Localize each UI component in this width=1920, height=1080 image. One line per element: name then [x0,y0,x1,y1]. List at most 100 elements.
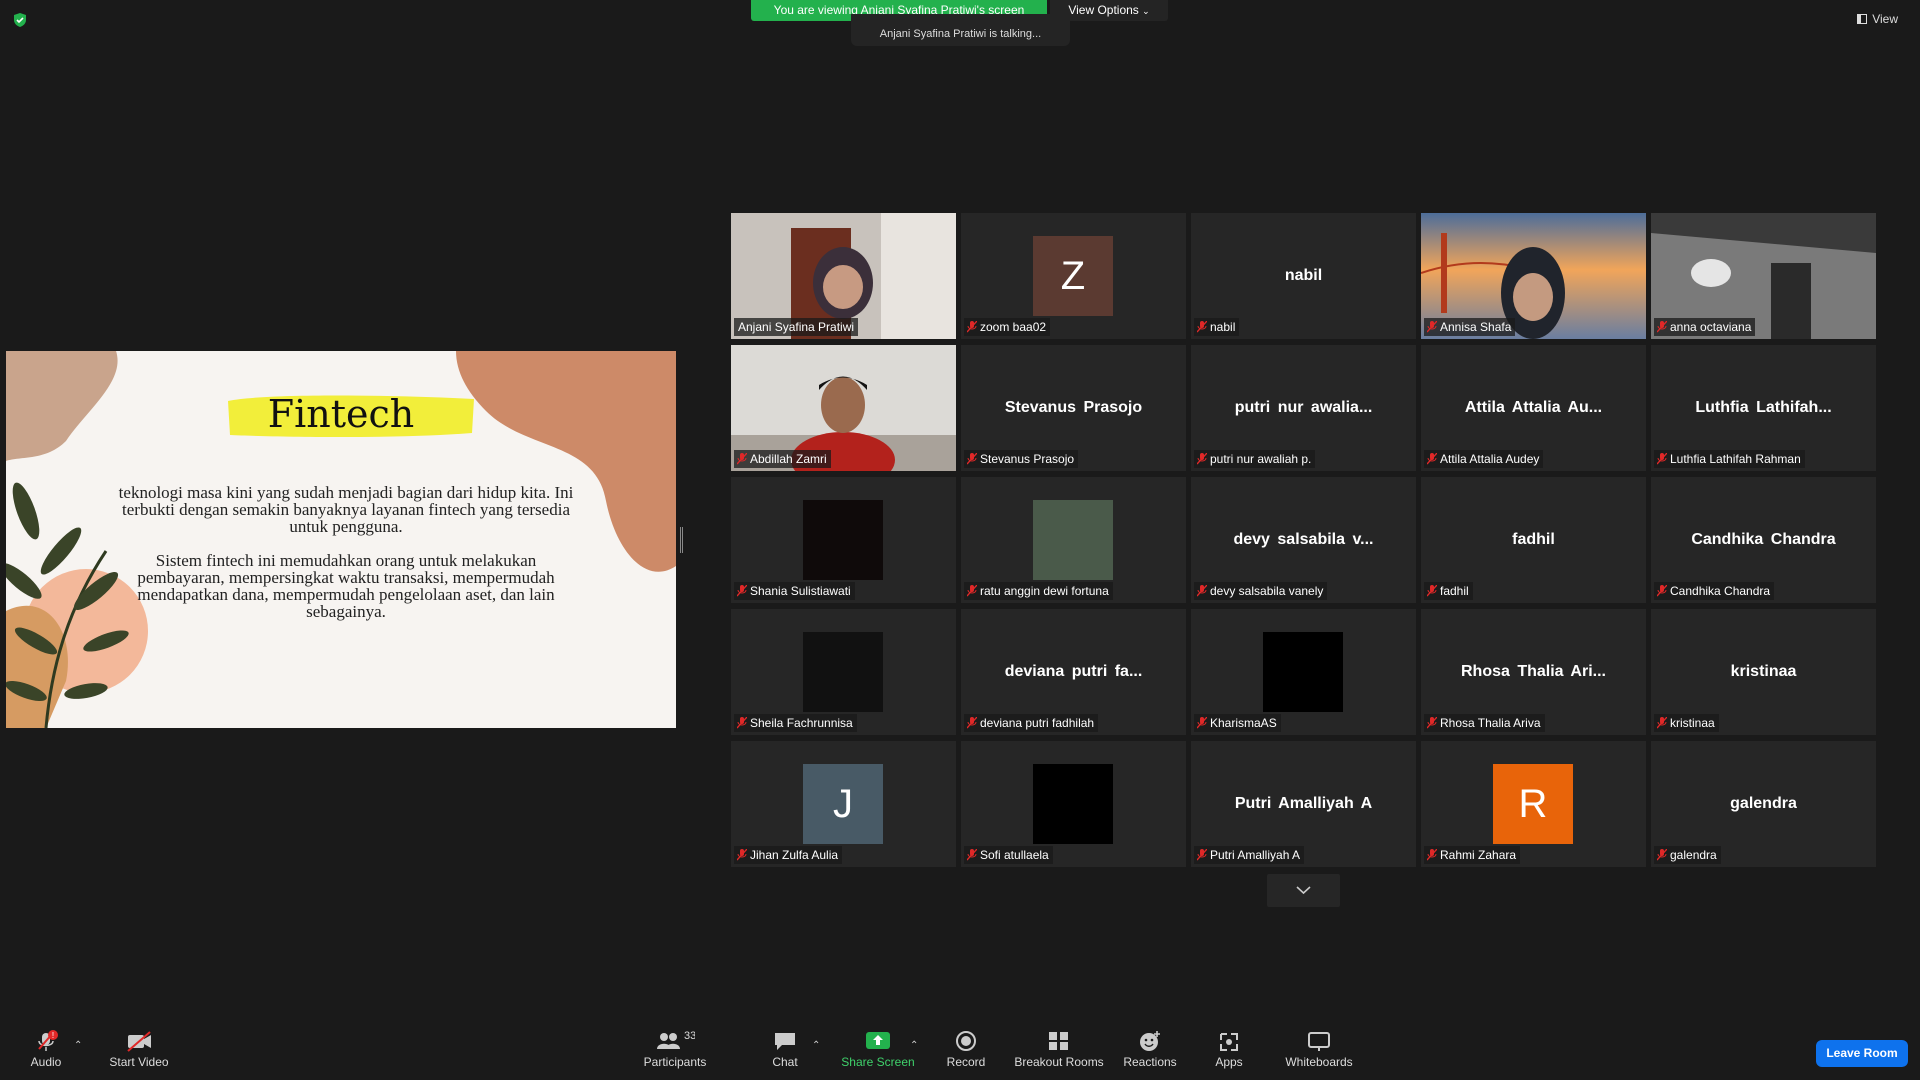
participant-name-label: devy salsabila vanely [1194,582,1328,600]
participant-name-label: kristinaa [1654,714,1719,732]
participant-tile[interactable]: Rhosa Thalia Ari... Rhosa Thalia Ariva [1421,609,1646,735]
reactions-button[interactable]: Reactions [1122,1010,1178,1080]
microphone-muted-icon [737,453,747,465]
microphone-muted-icon [1197,717,1207,729]
record-icon [956,1031,976,1051]
whiteboard-icon [1308,1032,1330,1051]
participant-tile[interactable]: galendra galendra [1651,741,1876,867]
slide-paragraph-2: Sistem fintech ini memudahkan orang untu… [137,551,555,621]
apps-button[interactable]: Apps [1210,1010,1248,1080]
microphone-muted-icon: ! [38,1030,58,1051]
share-options-chevron[interactable]: ⌃ [910,1040,918,1051]
participant-tile[interactable]: R Rahmi Zahara [1421,741,1646,867]
participant-tile[interactable]: Sheila Fachrunnisa [731,609,956,735]
chat-options-chevron[interactable]: ⌃ [812,1040,820,1051]
participant-tile[interactable]: Shania Sulistiawati [731,477,956,603]
whiteboards-label: Whiteboards [1285,1055,1353,1069]
participant-tile[interactable]: Stevanus Prasojo Stevanus Prasojo [961,345,1186,471]
participant-tile[interactable]: deviana putri fa... deviana putri fadhila… [961,609,1186,735]
participant-tile[interactable]: putri nur awalia... putri nur awaliah p. [1191,345,1416,471]
start-video-button[interactable]: Start Video [106,1010,172,1080]
participant-tile[interactable]: Annisa Shafa [1421,213,1646,339]
participant-display-name: putri nur awalia... [1234,399,1373,416]
record-button[interactable]: Record [943,1010,989,1080]
participant-name: ratu anggin dewi fortuna [980,584,1109,598]
next-page-button[interactable] [1267,874,1340,907]
participant-name-label: Sheila Fachrunnisa [734,714,857,732]
participant-display-name: fadhil [1512,531,1555,548]
record-label: Record [946,1055,986,1069]
participant-name: zoom baa02 [980,320,1047,334]
participant-display-name: deviana putri fa... [1004,663,1143,680]
participant-display-name: Stevanus Prasojo [1004,399,1143,416]
microphone-muted-icon [1197,849,1207,861]
participant-tile[interactable]: devy salsabila v... devy salsabila vanely [1191,477,1416,603]
participant-name-label: fadhil [1424,582,1473,600]
participant-tile[interactable]: Luthfia Lathifah... Luthfia Lathifah Rahm… [1651,345,1876,471]
avatar: Z [1033,236,1113,316]
participant-name-label: Rahmi Zahara [1424,846,1521,864]
breakout-rooms-label: Breakout Rooms [1014,1055,1104,1069]
participant-tile[interactable]: Anjani Syafina Pratiwi [731,213,956,339]
profile-picture [803,500,883,580]
participant-name: devy salsabila vanely [1210,584,1324,598]
reactions-icon [1140,1031,1160,1051]
leave-room-button[interactable]: Leave Room [1816,1040,1908,1067]
participant-name: Sheila Fachrunnisa [750,716,853,730]
audio-options-chevron[interactable]: ⌃ [74,1040,82,1051]
participant-tile[interactable]: Sofi atullaela [961,741,1186,867]
microphone-muted-icon [737,849,747,861]
shield-icon[interactable] [12,12,28,28]
microphone-muted-icon [967,453,977,465]
profile-picture [1033,500,1113,580]
participant-tile[interactable]: nabil nabil [1191,213,1416,339]
participant-name-label: Shania Sulistiawati [734,582,855,600]
participant-display-name: Putri Amalliyah A [1234,795,1373,812]
participant-tile[interactable]: Abdillah Zamri [731,345,956,471]
participant-tile[interactable]: J Jihan Zulfa Aulia [731,741,956,867]
participant-name: putri nur awaliah p. [1210,452,1312,466]
participant-name-label: Candhika Chandra [1654,582,1775,600]
participant-name-label: anna octaviana [1654,318,1756,336]
shared-screen: Fintech teknologi masa kini yang sudah m… [6,351,676,728]
participant-name: Luthfia Lathifah Rahman [1670,452,1801,466]
participant-tile[interactable]: Candhika Chandra Candhika Chandra [1651,477,1876,603]
participant-tile[interactable]: KharismaAS [1191,609,1416,735]
participant-tile[interactable]: fadhil fadhil [1421,477,1646,603]
video-off-icon [127,1031,151,1052]
participant-name-label: Attila Attalia Audey [1424,450,1544,468]
view-options-button[interactable]: View Options ⌄ [1050,0,1168,21]
participant-tile[interactable]: Attila Attalia Au... Attila Attalia Audey [1421,345,1646,471]
participant-name-label: zoom baa02 [964,318,1051,336]
participant-tile[interactable]: Putri Amalliyah A Putri Amalliyah A [1191,741,1416,867]
start-video-label: Start Video [109,1055,169,1069]
participant-name-label: Stevanus Prasojo [964,450,1079,468]
participant-tile[interactable]: anna octaviana [1651,213,1876,339]
participants-button[interactable]: 33 Participants [640,1010,710,1080]
participant-name: Shania Sulistiawati [750,584,851,598]
participant-tile[interactable]: ratu anggin dewi fortuna [961,477,1186,603]
view-button[interactable]: View [1857,12,1898,26]
participant-name: Rahmi Zahara [1440,848,1517,862]
share-screen-button[interactable]: Share Screen [838,1010,918,1080]
participant-name: Anjani Syafina Pratiwi [738,320,855,334]
whiteboards-button[interactable]: Whiteboards [1280,1010,1358,1080]
participant-tile[interactable]: kristinaa kristinaa [1651,609,1876,735]
breakout-rooms-button[interactable]: Breakout Rooms [1012,1010,1106,1080]
chat-button[interactable]: Chat [765,1010,805,1080]
audio-button[interactable]: ! Audio [20,1010,72,1080]
participant-name-label: ratu anggin dewi fortuna [964,582,1113,600]
chat-icon [775,1033,795,1050]
participant-name: KharismaAS [1210,716,1277,730]
microphone-muted-icon [737,717,747,729]
participant-tile[interactable]: Zzoom baa02 [961,213,1186,339]
layout-icon [1857,14,1868,24]
participant-name-label: nabil [1194,318,1240,336]
participant-display-name: devy salsabila v... [1233,531,1374,548]
participant-name: nabil [1210,320,1236,334]
participant-name: Annisa Shafa [1440,320,1512,334]
microphone-muted-icon [967,585,977,597]
slide-paragraph-1: teknologi masa kini yang sudah menjadi b… [118,483,574,536]
split-resize-handle[interactable] [680,527,683,553]
profile-picture [803,632,883,712]
